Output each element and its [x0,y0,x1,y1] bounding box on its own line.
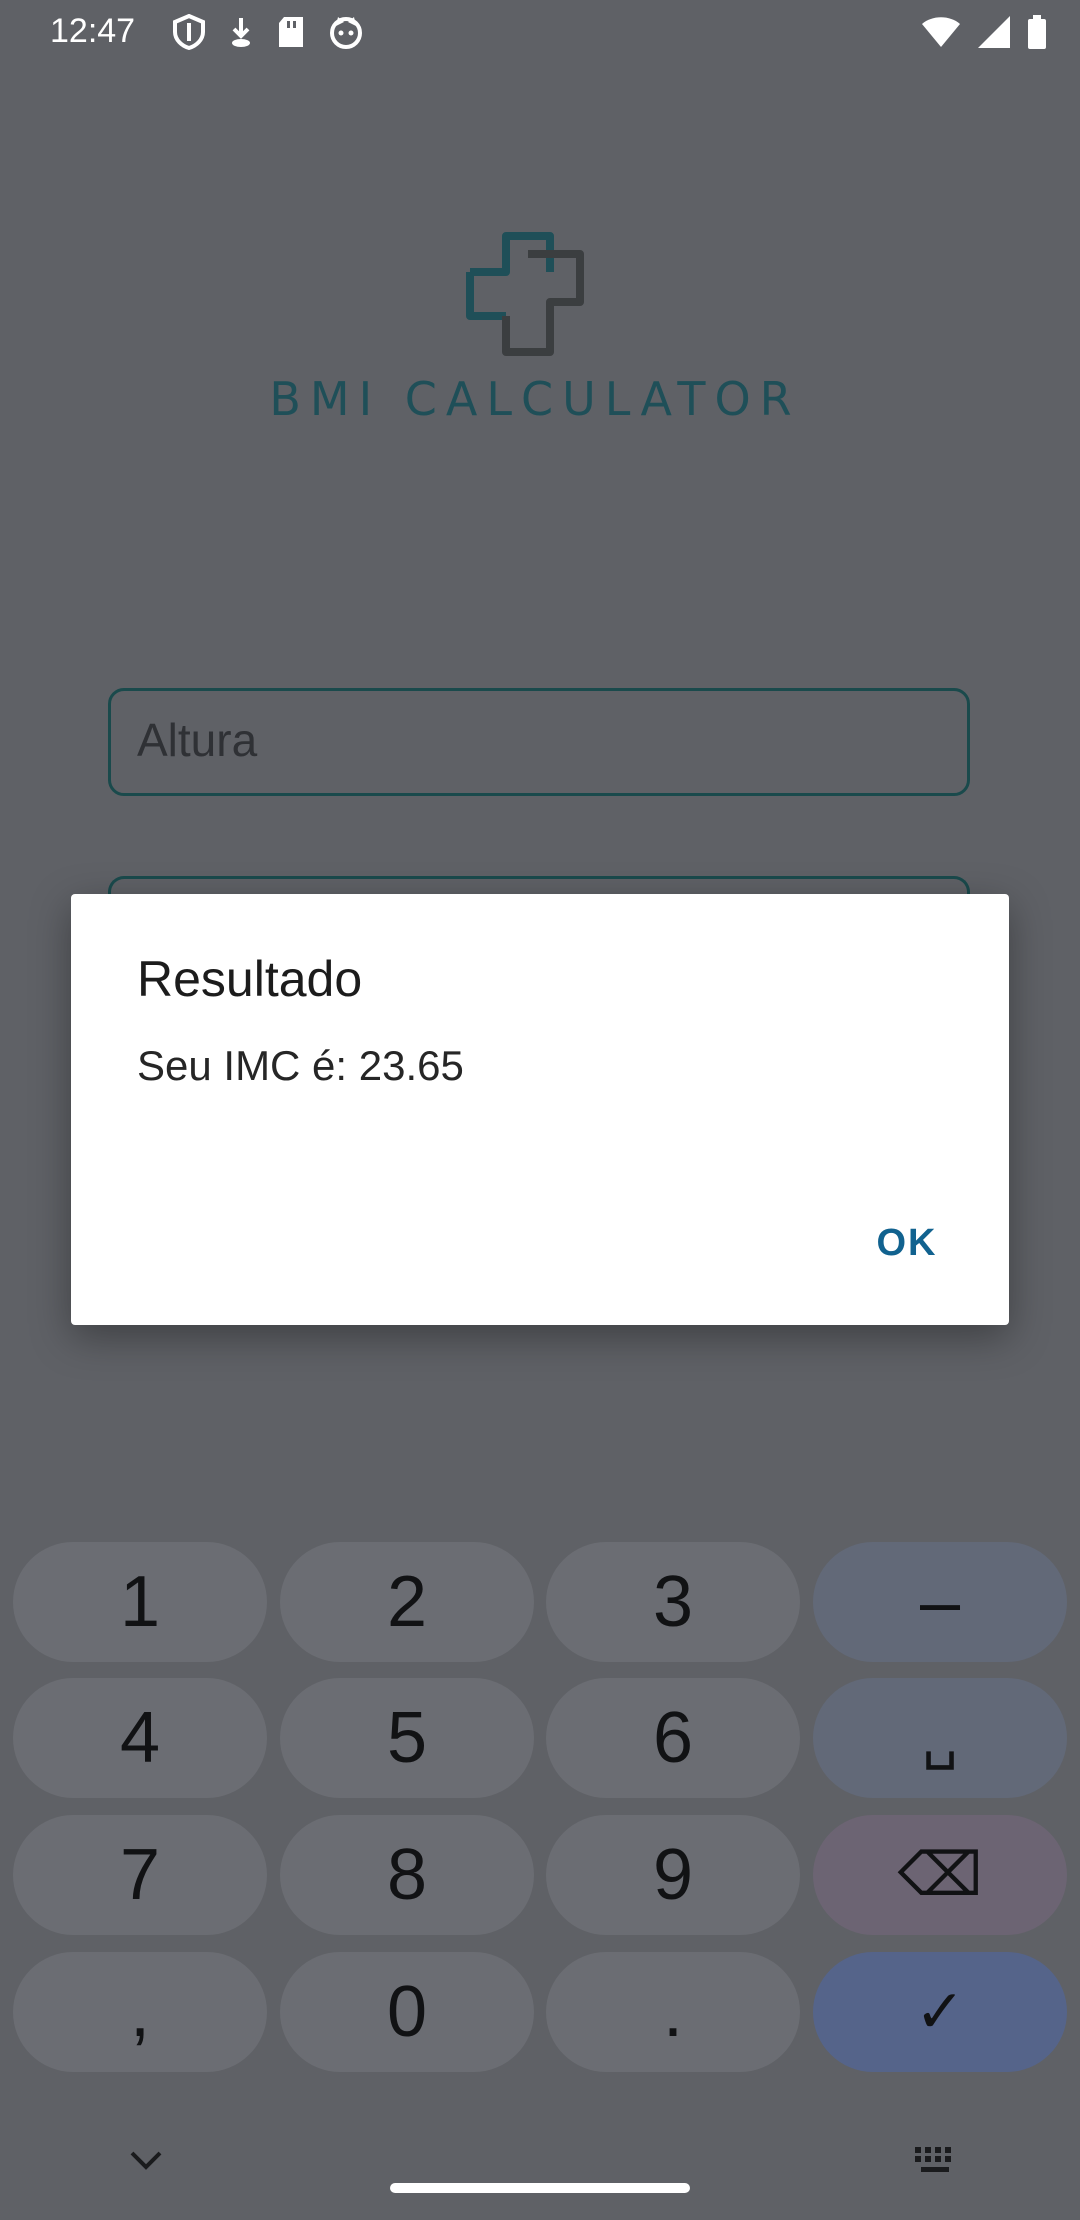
status-icons-left [172,14,364,50]
result-dialog: Resultado Seu IMC é: 23.65 OK [71,894,1009,1325]
cat-icon [330,17,362,49]
shield-icon [173,14,205,50]
height-input[interactable]: Altura [108,688,970,796]
key-space[interactable]: ␣ [813,1678,1067,1798]
key-3[interactable]: 3 [546,1542,800,1662]
key-8[interactable]: 8 [280,1815,534,1935]
chevron-down-icon[interactable] [128,2148,164,2172]
status-bar: 12:47 [0,0,1080,64]
app-logo: BMI CALCULATOR [250,222,820,432]
gesture-nav-handle[interactable] [390,2183,690,2193]
key-minus[interactable]: – [813,1542,1067,1662]
key-5[interactable]: 5 [280,1678,534,1798]
key-4[interactable]: 4 [13,1678,267,1798]
dialog-message: Seu IMC é: 23.65 [137,1042,464,1089]
download-icon [232,18,250,47]
backspace-key[interactable]: ⌫ [813,1815,1067,1935]
height-input-placeholder: Altura [137,714,258,766]
signal-icon [978,16,1010,48]
key-comma[interactable]: , [13,1952,267,2072]
battery-icon [1028,15,1046,49]
ok-button[interactable]: OK [837,1208,977,1278]
sd-card-icon [279,17,303,47]
dialog-title: Resultado [137,951,363,1007]
medical-cross-logo-icon [466,232,584,356]
key-7[interactable]: 7 [13,1815,267,1935]
numeric-keyboard: 1 2 3 – 4 5 6 ␣ 7 8 9 ⌫ , 0 . ✓ [0,1520,1080,2220]
status-time: 12:47 [50,12,136,50]
keyboard-icon[interactable] [913,2145,959,2175]
key-2[interactable]: 2 [280,1542,534,1662]
wifi-icon [922,17,960,47]
key-period[interactable]: . [546,1952,800,2072]
status-icons-right [920,14,1048,50]
enter-key[interactable]: ✓ [813,1952,1067,2072]
key-0[interactable]: 0 [280,1952,534,2072]
key-1[interactable]: 1 [13,1542,267,1662]
key-6[interactable]: 6 [546,1678,800,1798]
key-9[interactable]: 9 [546,1815,800,1935]
app-title: BMI CALCULATOR [269,372,801,426]
